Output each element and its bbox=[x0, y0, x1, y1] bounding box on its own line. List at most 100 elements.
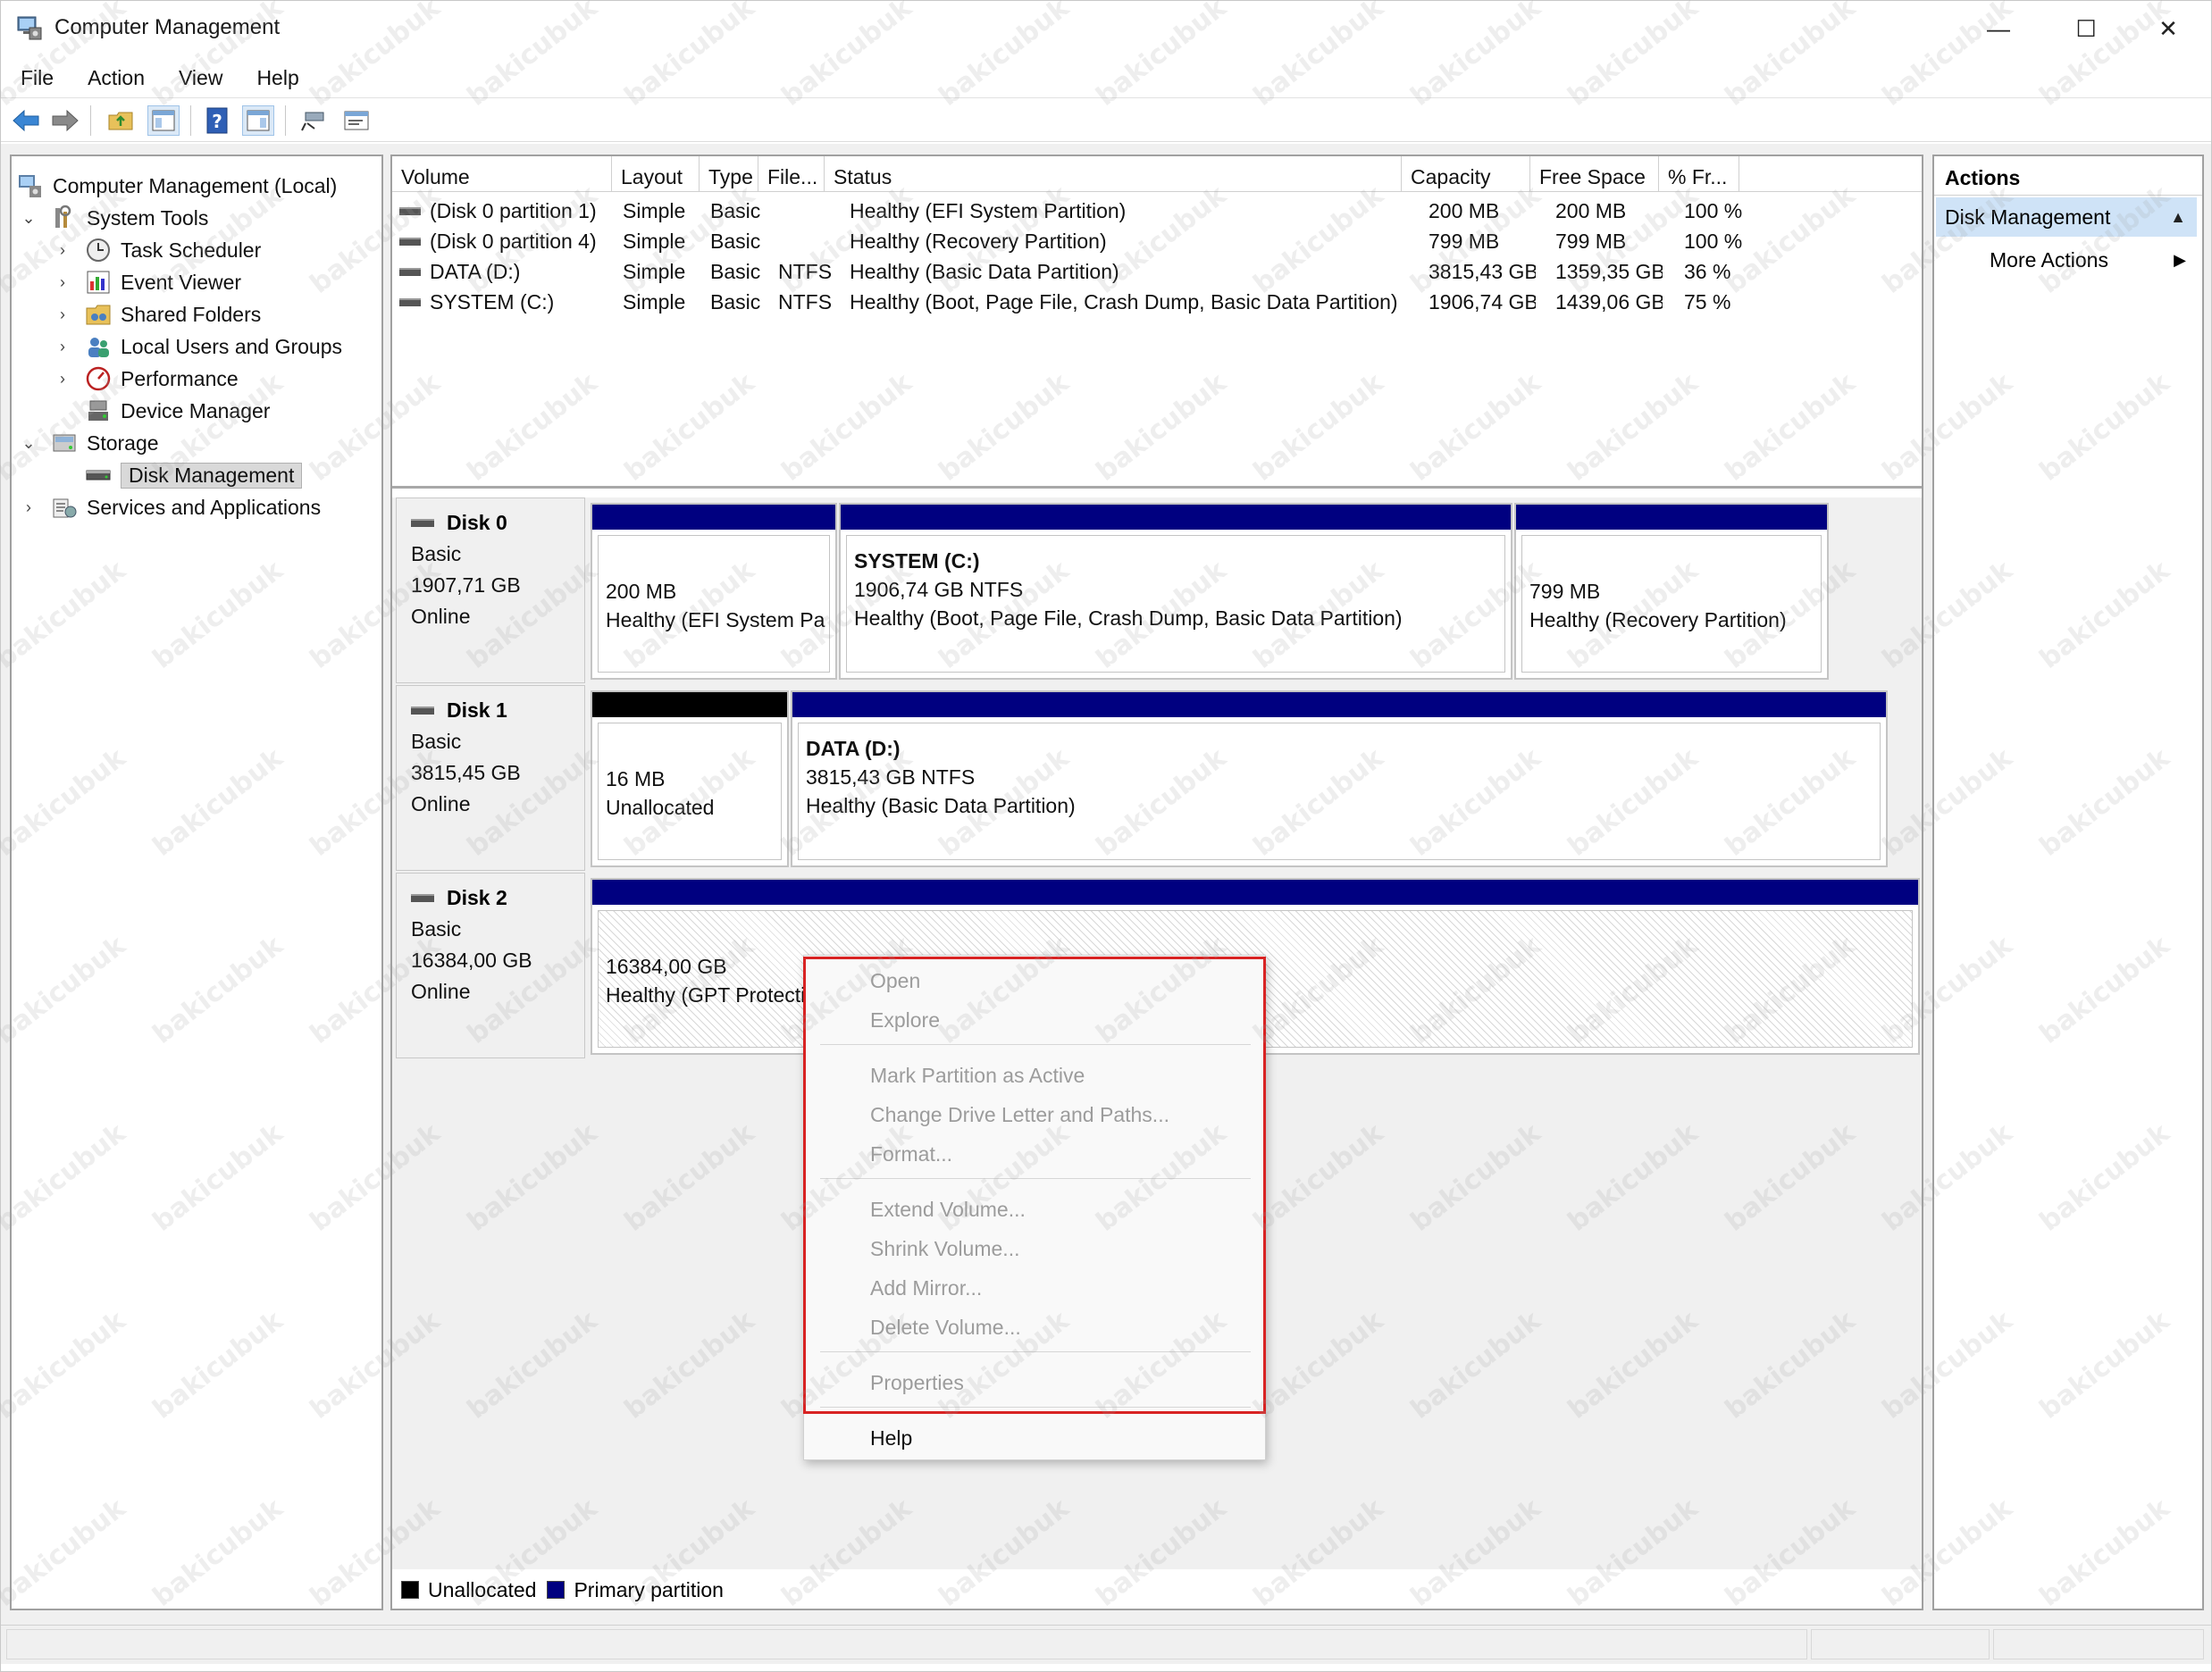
maximize-button[interactable]: ☐ bbox=[2045, 1, 2127, 56]
tree-label: Performance bbox=[121, 366, 239, 390]
cell-volume: DATA (D:) bbox=[430, 260, 521, 283]
back-arrow-icon[interactable] bbox=[10, 105, 42, 136]
tree-root[interactable]: Computer Management (Local) bbox=[17, 171, 337, 201]
tree-label: Shared Folders bbox=[121, 302, 262, 326]
actions-disk-management[interactable]: Disk Management ▲ bbox=[1936, 197, 2197, 237]
disk-name: Disk 1 bbox=[447, 698, 507, 722]
partition-system-c[interactable]: SYSTEM (C:) 1906,74 GB NTFS Healthy (Boo… bbox=[839, 503, 1512, 680]
close-button[interactable]: ✕ bbox=[2127, 1, 2209, 56]
disk-type: Basic bbox=[411, 917, 462, 940]
tree-performance[interactable]: › Performance bbox=[53, 364, 239, 394]
menu-item-help[interactable]: Help bbox=[870, 1420, 912, 1456]
show-hide-action-pane-icon[interactable] bbox=[242, 105, 274, 136]
unallocated-swatch bbox=[401, 1581, 419, 1599]
partition-data-d[interactable]: DATA (D:) 3815,43 GB NTFS Healthy (Basic… bbox=[791, 690, 1888, 867]
tree-device-manager[interactable]: Device Manager bbox=[85, 396, 270, 426]
chevron-down-icon[interactable]: ⌄ bbox=[19, 434, 38, 453]
partition-status: Healthy (Basic Data Partition) bbox=[806, 794, 1076, 817]
column-header-status[interactable]: Status bbox=[825, 156, 1402, 192]
volume-list-header: Volume Layout Type File... Status Capaci… bbox=[392, 156, 1922, 192]
tree-label: Local Users and Groups bbox=[121, 334, 343, 358]
chevron-right-icon[interactable]: › bbox=[53, 273, 72, 292]
chevron-down-icon[interactable]: ⌄ bbox=[19, 209, 38, 228]
cell-type: Basic bbox=[710, 260, 761, 283]
chevron-right-icon[interactable]: › bbox=[19, 498, 38, 517]
partition-size: 1906,74 GB NTFS bbox=[854, 578, 1024, 601]
partition-size: 200 MB bbox=[606, 580, 677, 603]
disk-1-label[interactable]: Disk 1 Basic 3815,45 GB Online bbox=[396, 685, 585, 871]
properties-icon[interactable] bbox=[340, 105, 373, 136]
column-header-type[interactable]: Type bbox=[700, 156, 758, 192]
table-row[interactable]: SYSTEM (C:) Simple Basic NTFS Healthy (B… bbox=[392, 287, 1922, 317]
tree-local-users[interactable]: › Local Users and Groups bbox=[53, 331, 342, 362]
cell-layout: Simple bbox=[623, 199, 686, 222]
window-title: Computer Management bbox=[54, 15, 281, 39]
table-row[interactable]: (Disk 0 partition 1) Simple Basic Health… bbox=[392, 196, 1922, 226]
partition-unallocated[interactable]: 16 MB Unallocated bbox=[591, 690, 789, 867]
tree-shared-folders[interactable]: › Shared Folders bbox=[53, 299, 261, 330]
actions-selected-label: Disk Management bbox=[1945, 205, 2111, 229]
table-row[interactable]: DATA (D:) Simple Basic NTFS Healthy (Bas… bbox=[392, 256, 1922, 287]
svg-text:?: ? bbox=[212, 111, 222, 132]
tree-root-label: Computer Management (Local) bbox=[53, 173, 338, 197]
menu-view[interactable]: View bbox=[179, 66, 222, 90]
cell-type: Basic bbox=[710, 290, 761, 314]
legend-unallocated: Unallocated bbox=[428, 1577, 537, 1601]
cell-type: Basic bbox=[710, 230, 761, 253]
more-actions[interactable]: More Actions ▶ bbox=[1936, 240, 2197, 280]
help-icon[interactable]: ? bbox=[201, 105, 233, 136]
minimize-button[interactable]: — bbox=[1957, 1, 2040, 56]
primary-partition-bar bbox=[841, 505, 1511, 530]
column-header-free-space[interactable]: Free Space bbox=[1530, 156, 1659, 192]
performance-icon bbox=[86, 366, 111, 391]
tree-event-viewer[interactable]: › Event Viewer bbox=[53, 267, 241, 297]
partition-recovery[interactable]: 799 MB Healthy (Recovery Partition) bbox=[1514, 503, 1829, 680]
cell-volume: SYSTEM (C:) bbox=[430, 290, 555, 314]
forward-arrow-icon[interactable] bbox=[49, 105, 81, 136]
column-header-capacity[interactable]: Capacity bbox=[1402, 156, 1530, 192]
cell-free-space: 1359,35 GB bbox=[1555, 260, 1663, 283]
services-icon bbox=[53, 498, 77, 518]
column-header-file-system[interactable]: File... bbox=[758, 156, 825, 192]
status-segment bbox=[1811, 1629, 1990, 1659]
system-tools-icon bbox=[55, 205, 71, 228]
console-tree: Computer Management (Local) ⌄ System Too… bbox=[10, 155, 383, 1610]
cell-free-space: 1439,06 GB bbox=[1555, 290, 1663, 314]
column-header-layout[interactable]: Layout bbox=[612, 156, 700, 192]
show-hide-console-tree-icon[interactable] bbox=[147, 105, 180, 136]
chevron-right-icon[interactable]: › bbox=[53, 338, 72, 356]
disk-2-label[interactable]: Disk 2 Basic 16384,00 GB Online bbox=[396, 873, 585, 1058]
cell-status: Healthy (Basic Data Partition) bbox=[850, 260, 1119, 283]
connect-icon[interactable] bbox=[297, 105, 330, 136]
partition-size: 3815,43 GB NTFS bbox=[806, 765, 976, 789]
disk-name: Disk 0 bbox=[447, 511, 507, 534]
chevron-right-icon[interactable]: › bbox=[53, 305, 72, 324]
partition-status: Healthy (EFI System Pa bbox=[606, 608, 825, 631]
legend-primary: Primary partition bbox=[574, 1577, 724, 1601]
tree-storage[interactable]: ⌄ Storage bbox=[19, 428, 158, 458]
chevron-right-icon[interactable]: › bbox=[53, 370, 72, 389]
tree-task-scheduler[interactable]: › Task Scheduler bbox=[53, 235, 261, 265]
partition-efi[interactable]: 200 MB Healthy (EFI System Pa bbox=[591, 503, 837, 680]
toolbar: ? bbox=[1, 97, 2211, 142]
tree-system-tools[interactable]: ⌄ System Tools bbox=[19, 203, 208, 233]
status-bar bbox=[1, 1625, 2211, 1664]
menu-help[interactable]: Help bbox=[256, 66, 298, 90]
folder-up-icon[interactable] bbox=[105, 105, 137, 136]
cell-file-system: NTFS bbox=[778, 260, 832, 283]
collapse-up-icon[interactable]: ▲ bbox=[2170, 197, 2186, 237]
tree-disk-management[interactable]: Disk Management bbox=[85, 460, 303, 490]
disk-0-label[interactable]: Disk 0 Basic 1907,71 GB Online bbox=[396, 497, 585, 683]
volume-list: Volume Layout Type File... Status Capaci… bbox=[392, 156, 1922, 489]
table-row[interactable]: (Disk 0 partition 4) Simple Basic Health… bbox=[392, 226, 1922, 256]
cell-percent-free: 36 % bbox=[1684, 260, 1731, 283]
menu-file[interactable]: File bbox=[21, 66, 54, 90]
tree-services-applications[interactable]: › Services and Applications bbox=[19, 492, 321, 522]
partition-status: Healthy (Boot, Page File, Crash Dump, Ba… bbox=[854, 606, 1403, 630]
column-header-volume[interactable]: Volume bbox=[392, 156, 612, 192]
column-header-percent-free[interactable]: % Fr... bbox=[1659, 156, 1739, 192]
menu-action[interactable]: Action bbox=[88, 66, 145, 90]
partition-size: 16 MB bbox=[606, 767, 666, 790]
toolbar-separator bbox=[285, 105, 286, 136]
chevron-right-icon[interactable]: › bbox=[53, 241, 72, 260]
